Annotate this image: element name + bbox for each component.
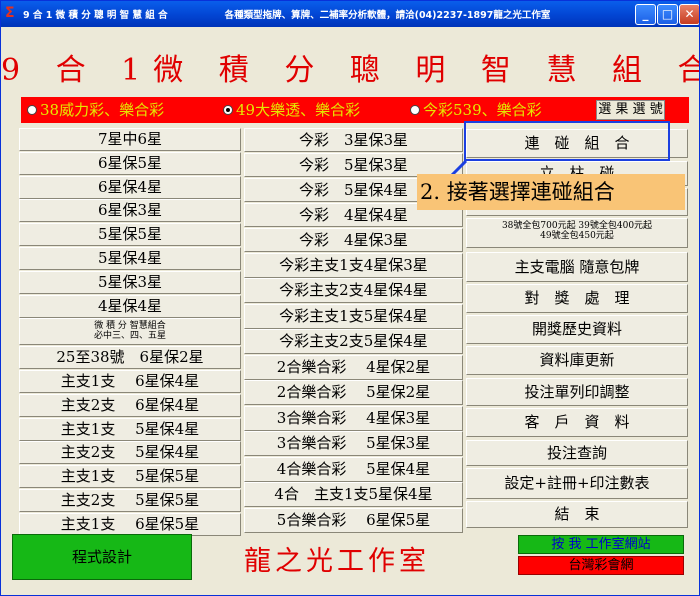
col1-button-9[interactable]: 25至38號 6星保2星	[19, 346, 241, 369]
radio-38-power[interactable]: 38威力彩、樂合彩	[27, 100, 164, 120]
radio-circle-icon	[27, 105, 37, 115]
col1-button-14[interactable]: 主支1支 5星保5星	[19, 465, 241, 488]
app-window: Σ 9 合 1 微 積 分 聰 明 智 慧 組 合 各種類型拖牌、算牌、二補率分…	[0, 0, 700, 596]
col1-button-5[interactable]: 5星保4星	[19, 247, 241, 270]
maximize-icon: □	[661, 7, 674, 21]
col3-button-9[interactable]: 客 戶 資 料	[466, 408, 688, 437]
col3-button-8[interactable]: 投注單列印調整	[466, 378, 688, 406]
col1-button-12[interactable]: 主支1支 5星保4星	[19, 418, 241, 441]
col2-button-15[interactable]: 5合樂合彩 6星保5星	[244, 508, 463, 533]
col2-button-7[interactable]: 今彩主支1支5星保4星	[244, 304, 463, 329]
close-icon: ✕	[684, 7, 695, 21]
col2-button-4[interactable]: 今彩 4星保3星	[244, 228, 463, 252]
col3-button-7[interactable]: 資料庫更新	[466, 346, 688, 375]
col1-button-8[interactable]: 微 積 分 智慧組合 必中三、四、五星	[19, 318, 241, 345]
col1-button-0[interactable]: 7星中6星	[19, 128, 241, 151]
minimize-button[interactable]: _	[635, 4, 656, 25]
col3-button-3[interactable]: 38號全包700元起 39號全包400元起 49號全包450元起	[466, 218, 688, 248]
col2-button-14[interactable]: 4合 主支1支5星保4星	[244, 482, 463, 507]
col2-button-10[interactable]: 2合樂合彩 5星保2星	[244, 380, 463, 405]
radio-49-lotto[interactable]: 49大樂透、樂合彩	[223, 100, 360, 120]
col1-button-10[interactable]: 主支1支 6星保4星	[19, 370, 241, 393]
maximize-button[interactable]: □	[657, 4, 678, 25]
studio-name: 龍之光工作室	[244, 546, 430, 577]
window-title: 9 合 1 微 積 分 聰 明 智 慧 組 合 各種類型拖牌、算牌、二補率分析軟…	[23, 10, 551, 21]
taiwan-lottery-button[interactable]: 台灣彩會網	[518, 556, 684, 575]
minimize-icon: _	[642, 7, 649, 21]
app-icon: Σ	[5, 5, 15, 21]
col1-button-15[interactable]: 主支2支 5星保5星	[19, 489, 241, 512]
col1-button-13[interactable]: 主支2支 5星保4星	[19, 441, 241, 464]
studio-website-button[interactable]: 按 我 工作室網站	[518, 535, 684, 554]
col1-button-4[interactable]: 5星保5星	[19, 223, 241, 246]
page-title: 9 合 1微 積 分 聰 明 智 慧 組 合	[1, 53, 700, 88]
col1-button-2[interactable]: 6星保4星	[19, 176, 241, 199]
title-bar[interactable]: Σ 9 合 1 微 積 分 聰 明 智 慧 組 合 各種類型拖牌、算牌、二補率分…	[1, 1, 699, 27]
col3-button-11[interactable]: 設定+註冊+印注數表	[466, 468, 688, 499]
col2-button-8[interactable]: 今彩主支2支5星保4星	[244, 329, 463, 354]
col3-button-6[interactable]: 開獎歷史資料	[466, 315, 688, 344]
close-button[interactable]: ✕	[679, 4, 699, 25]
highlight-box	[464, 121, 670, 161]
col3-button-12[interactable]: 結 束	[466, 501, 688, 528]
radio-selected-icon	[223, 105, 233, 115]
radio-539[interactable]: 今彩539、樂合彩	[410, 100, 542, 120]
col2-button-13[interactable]: 4合樂合彩 5星保4星	[244, 457, 463, 482]
select-number-button[interactable]: 選 果 選 號	[596, 100, 665, 120]
col3-button-10[interactable]: 投注查詢	[466, 440, 688, 466]
col3-button-4[interactable]: 主支電腦 隨意包牌	[466, 252, 688, 282]
col1-button-1[interactable]: 6星保5星	[19, 152, 241, 175]
radio-label: 49大樂透、樂合彩	[236, 101, 361, 119]
col1-button-7[interactable]: 4星保4星	[19, 295, 241, 318]
col1-button-11[interactable]: 主支2支 6星保4星	[19, 394, 241, 417]
col1-button-16[interactable]: 主支1支 6星保5星	[19, 513, 241, 536]
col1-button-3[interactable]: 6星保3星	[19, 199, 241, 222]
program-design-button[interactable]: 程式設計	[12, 534, 192, 580]
col2-button-5[interactable]: 今彩主支1支4星保3星	[244, 253, 463, 278]
col1-button-6[interactable]: 5星保3星	[19, 271, 241, 294]
instruction-callout: 2. 接著選擇連碰組合	[417, 174, 685, 210]
game-select-bar: 38威力彩、樂合彩 49大樂透、樂合彩 今彩539、樂合彩 選 果 選 號	[21, 97, 689, 123]
radio-circle-icon	[410, 105, 420, 115]
col2-button-0[interactable]: 今彩 3星保3星	[244, 128, 463, 152]
col2-button-12[interactable]: 3合樂合彩 5星保3星	[244, 431, 463, 456]
col2-button-9[interactable]: 2合樂合彩 4星保2星	[244, 355, 463, 380]
col2-button-11[interactable]: 3合樂合彩 4星保3星	[244, 406, 463, 431]
radio-label: 38威力彩、樂合彩	[40, 101, 165, 119]
col2-button-6[interactable]: 今彩主支2支4星保4星	[244, 278, 463, 303]
col3-button-5[interactable]: 對 獎 處 理	[466, 284, 688, 313]
radio-label: 今彩539、樂合彩	[423, 101, 542, 119]
